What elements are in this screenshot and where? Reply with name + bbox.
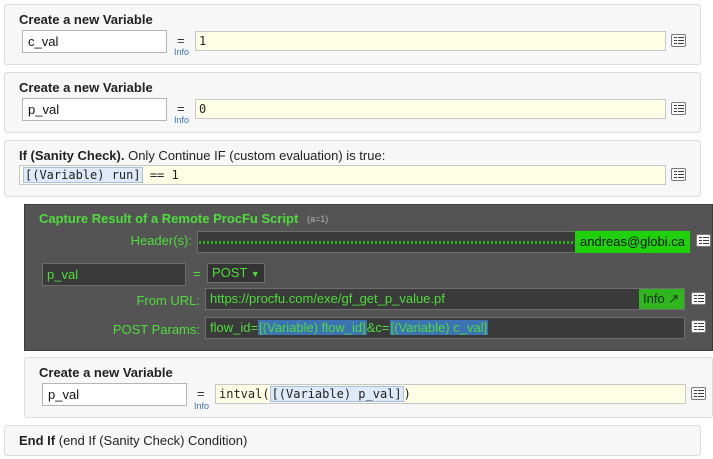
url-label: From URL: bbox=[136, 293, 200, 308]
result-variable-input[interactable]: p_val bbox=[42, 263, 186, 286]
expression-text: == 1 bbox=[142, 168, 179, 182]
variable-name-input[interactable]: c_val bbox=[22, 30, 167, 53]
equals-sign: = bbox=[177, 101, 185, 116]
list-picker-icon[interactable] bbox=[671, 34, 686, 47]
endif-title-bold: End If bbox=[19, 433, 56, 448]
info-link[interactable]: Info bbox=[174, 115, 189, 125]
info-link[interactable]: Info bbox=[174, 47, 189, 57]
variable-value-input[interactable]: 0 bbox=[195, 99, 666, 119]
http-method-select[interactable]: POST ▼ bbox=[207, 263, 265, 283]
variable-value-input[interactable]: 1 bbox=[195, 31, 666, 51]
chevron-down-icon: ▼ bbox=[250, 269, 260, 279]
variable-token: [(Variable) flow_id] bbox=[258, 320, 367, 335]
list-picker-icon[interactable] bbox=[671, 168, 686, 181]
block-title: Create a new Variable bbox=[19, 80, 153, 95]
endif-title-rest: (end If (Sanity Check) Condition) bbox=[58, 433, 248, 448]
list-picker-icon[interactable] bbox=[691, 320, 706, 333]
info-external-button[interactable]: Info ↗ bbox=[639, 289, 684, 309]
post-params-input[interactable]: flow_id=[(Variable) flow_id]&c=[(Variabl… bbox=[205, 317, 685, 339]
equals-sign: = bbox=[197, 386, 205, 401]
info-link[interactable]: Info bbox=[194, 401, 209, 411]
method-value: POST bbox=[212, 265, 248, 280]
block-title: Create a new Variable bbox=[39, 365, 173, 380]
block-title: Create a new Variable bbox=[19, 12, 153, 27]
variable-token: [(Variable) p_val] bbox=[269, 386, 404, 402]
variable-name-input[interactable]: p_val bbox=[42, 383, 187, 406]
if-title-rest: Only Continue IF (custom evaluation) is … bbox=[128, 148, 386, 163]
list-picker-icon[interactable] bbox=[696, 234, 711, 247]
params-text: &c= bbox=[366, 320, 390, 335]
masked-header-value bbox=[199, 232, 575, 252]
list-picker-icon[interactable] bbox=[691, 292, 706, 305]
params-text: flow_id= bbox=[210, 320, 259, 335]
list-picker-icon[interactable] bbox=[691, 387, 706, 400]
list-picker-icon[interactable] bbox=[671, 102, 686, 115]
variable-token: [(Variable) c_val] bbox=[389, 320, 489, 335]
expression-text: intval( bbox=[219, 387, 270, 401]
equals-sign: = bbox=[177, 33, 185, 48]
capture-block-subtitle: (a=1) bbox=[307, 214, 329, 224]
capture-block-title: Capture Result of a Remote ProcFu Script bbox=[39, 211, 299, 226]
condition-expression-input[interactable]: [(Variable) run] == 1 bbox=[19, 165, 666, 185]
if-title-bold: If (Sanity Check). bbox=[19, 148, 125, 163]
headers-label: Header(s): bbox=[130, 233, 192, 248]
variable-token: [(Variable) run] bbox=[23, 167, 143, 183]
header-email-tag: andreas@globi.ca bbox=[575, 231, 690, 253]
expression-text: ) bbox=[403, 387, 411, 401]
block-title: If (Sanity Check). Only Continue IF (cus… bbox=[19, 148, 385, 163]
equals-sign: = bbox=[193, 266, 201, 281]
url-input[interactable]: https://procfu.com/exe/gf_get_p_value.pf bbox=[205, 288, 685, 310]
variable-name-input[interactable]: p_val bbox=[22, 98, 167, 121]
block-title: End If (end If (Sanity Check) Condition) bbox=[19, 433, 247, 448]
post-params-label: POST Params: bbox=[112, 322, 200, 337]
variable-value-input[interactable]: intval([(Variable) p_val]) bbox=[215, 384, 686, 404]
